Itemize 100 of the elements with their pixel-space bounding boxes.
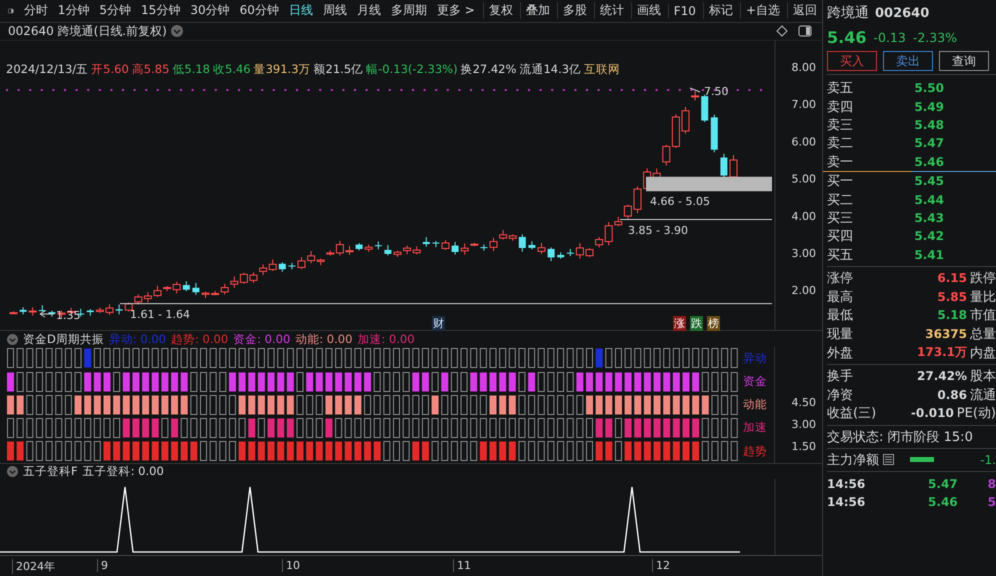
toolbar-button[interactable]: 多股 <box>556 2 592 20</box>
period-tab[interactable]: 日线 <box>284 2 317 20</box>
row-label: 加速 <box>743 420 767 436</box>
bid-price: 5.43 <box>914 210 944 225</box>
axis-label: 6.00 <box>792 136 816 149</box>
ask-label: 卖一 <box>827 154 853 171</box>
stat-label: 涨停 <box>827 270 853 288</box>
list-icon[interactable] <box>883 454 894 466</box>
date-label: 9 <box>97 559 108 572</box>
stat-label: 最低 <box>827 307 853 324</box>
stock-code: 002640 <box>875 6 930 20</box>
ask-price: 5.47 <box>914 136 944 150</box>
toolbar-button[interactable]: 画线 <box>630 2 666 20</box>
quote-field: 额21.5亿 <box>314 62 364 78</box>
toolbar-button[interactable]: 返回 <box>787 2 822 20</box>
period-tab[interactable]: 多周期 <box>386 2 431 20</box>
toolbar-button[interactable]: 叠加 <box>520 2 555 20</box>
stat-label: 总量 <box>970 326 996 343</box>
collapse-icon[interactable] <box>7 334 18 345</box>
indicator-name: 资金D周期共振 <box>23 332 104 347</box>
period-tab[interactable]: 月线 <box>352 2 385 20</box>
bid-label: 买四 <box>827 228 853 246</box>
list-badge[interactable]: 榜 <box>707 316 720 332</box>
panel-toggle-icon[interactable] <box>798 25 812 38</box>
stat-label: 股本 <box>970 368 996 386</box>
toolbar-button[interactable]: F10 <box>668 4 701 18</box>
stat-value: 27.42% <box>917 369 967 384</box>
quote-field: 幅-0.13(-2.33%) <box>366 62 458 78</box>
toolbar-button[interactable]: 标记 <box>702 2 738 20</box>
period-tab[interactable]: 60分钟 <box>236 2 283 20</box>
tick-volume: 8 <box>988 476 996 491</box>
period-tab[interactable]: 1分钟 <box>54 2 94 20</box>
axis-label: 3.00 <box>792 418 816 431</box>
stat-value: 6.15 <box>937 271 967 286</box>
stat-label: 换手 <box>827 368 853 386</box>
bid-price: 5.45 <box>914 174 944 188</box>
trade-button[interactable]: 买入 <box>827 51 877 71</box>
stat-label: 收益(三) <box>827 405 876 422</box>
quote-field: 低5.18 <box>172 62 210 78</box>
row-label: 动能 <box>743 397 767 412</box>
stat-label: 市值 <box>970 307 996 324</box>
period-tab[interactable]: 分时 <box>20 2 52 20</box>
toolbar-button[interactable]: 统计 <box>594 2 629 20</box>
tick-time: 14:56 <box>827 494 866 509</box>
axis-label: 4.50 <box>792 396 816 409</box>
period-tab[interactable]: 15分钟 <box>137 2 184 20</box>
stock-name: 跨境通 <box>827 4 869 22</box>
toolbar-button[interactable]: 复权 <box>482 2 518 20</box>
ask-price: 5.46 <box>914 154 944 169</box>
stat-label: PE(动) <box>956 405 996 422</box>
ask-label: 卖二 <box>827 135 853 152</box>
stat-label: 现量 <box>827 326 853 343</box>
indicator-value: 趋势: 0.00 <box>171 332 228 347</box>
axis-label: 2.00 <box>792 284 816 298</box>
diamond-icon[interactable] <box>776 25 788 38</box>
net-flow-bar <box>910 457 934 462</box>
date-label: 2024年 <box>12 559 55 574</box>
indicator-value: 动能: 0.00 <box>295 332 352 347</box>
period-tab[interactable]: 30分钟 <box>186 2 234 20</box>
low-price-label: 1.35 <box>56 309 80 322</box>
leader-line <box>690 88 700 93</box>
indicator-name: 五子登科F <box>23 464 78 480</box>
high-price-label: 7.50 <box>704 85 728 98</box>
trade-button[interactable]: 卖出 <box>883 51 933 71</box>
tick-time: 14:56 <box>827 476 866 491</box>
stat-label: 内盘 <box>970 344 996 362</box>
zone-label: 3.85 - 3.90 <box>628 224 688 238</box>
event-marker[interactable]: 财 <box>432 316 445 332</box>
date-label: 12 <box>652 559 670 572</box>
trade-status: 交易状态: 闭市阶段 15:0 <box>827 428 973 446</box>
bid-label: 买三 <box>827 210 853 227</box>
date-label: 11 <box>453 559 471 572</box>
axis-label: 1.50 <box>792 440 816 453</box>
period-tab[interactable]: 更多 > <box>432 2 479 20</box>
list-badge[interactable]: 跌 <box>690 316 703 332</box>
stat-label: 净资 <box>827 386 853 404</box>
quote-field: 开5.60 <box>91 62 129 78</box>
quote-field: 换27.42% <box>460 62 516 78</box>
bid-label: 买一 <box>827 173 853 190</box>
bid-label: 买二 <box>827 192 853 209</box>
row-label: 异动 <box>743 350 767 366</box>
period-tab[interactable]: 周线 <box>318 2 351 20</box>
list-badge[interactable]: 涨 <box>673 316 686 332</box>
trade-button[interactable]: 查询 <box>939 51 989 71</box>
bid-label: 买五 <box>827 246 853 264</box>
stat-value: 5.18 <box>937 308 967 322</box>
bid-price: 5.42 <box>914 229 944 244</box>
ask-price: 5.49 <box>914 100 944 114</box>
zone-label: 1.61 - 1.64 <box>130 308 190 322</box>
ask-price: 5.48 <box>914 118 944 132</box>
indicator-value: 资金: 0.00 <box>233 332 290 347</box>
dropdown-icon[interactable] <box>170 25 183 38</box>
main-force-label: 主力净额 <box>827 452 879 469</box>
stat-label: 最高 <box>827 288 853 306</box>
toolbar-button[interactable]: +自选 <box>740 2 785 20</box>
date-label: 10 <box>282 559 300 572</box>
bid-price: 5.44 <box>914 192 944 207</box>
collapse-icon[interactable] <box>7 466 18 478</box>
quote-field: 2024/12/13/五 <box>6 62 88 78</box>
period-tab[interactable]: 5分钟 <box>95 2 136 20</box>
